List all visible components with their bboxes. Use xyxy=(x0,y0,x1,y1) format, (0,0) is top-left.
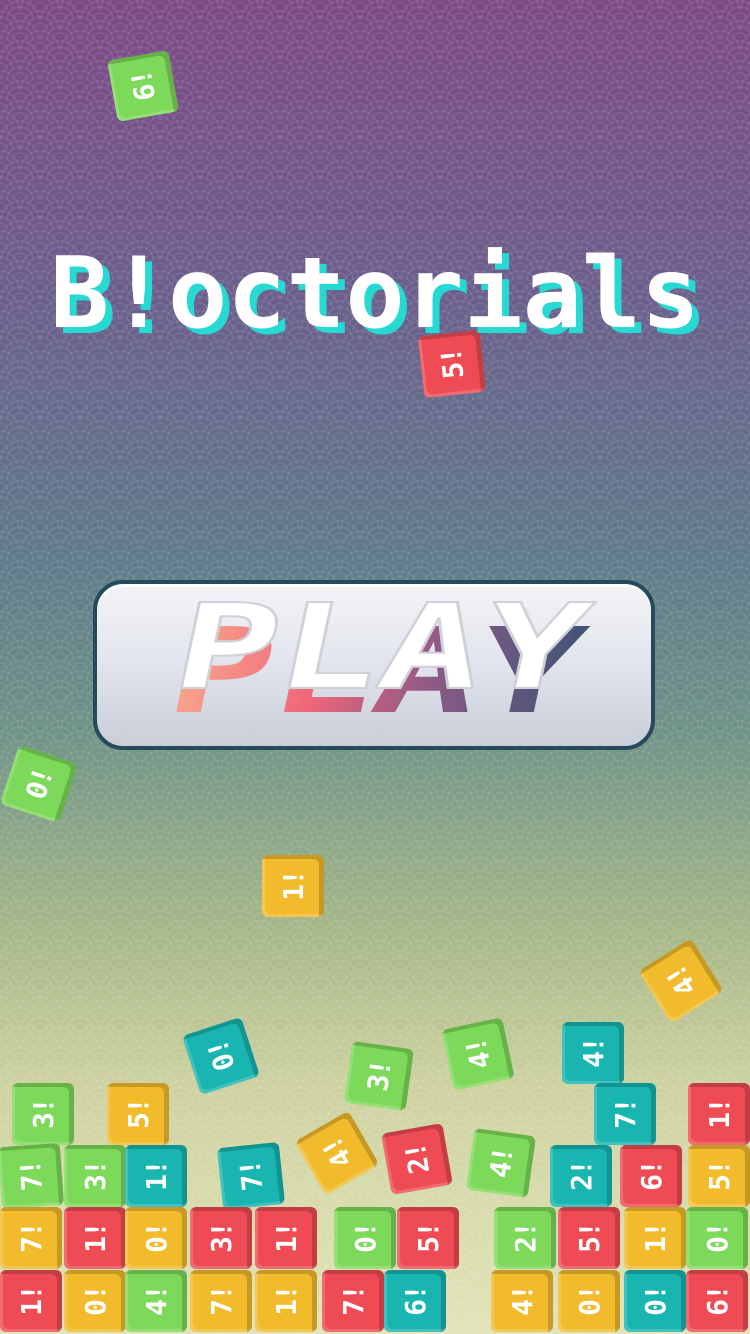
tile-label: 0! xyxy=(18,764,60,804)
tile-label: 6! xyxy=(124,68,162,104)
number-tile: 4! xyxy=(491,1270,553,1332)
number-tile: 0! xyxy=(624,1270,686,1332)
tile-label: 4! xyxy=(505,1286,539,1316)
number-tile: 1! xyxy=(64,1207,126,1269)
tile-label: 7! xyxy=(204,1286,238,1316)
tile-label: 0! xyxy=(700,1223,734,1253)
number-tile: 4! xyxy=(125,1270,187,1332)
tile-label: 6! xyxy=(398,1286,432,1316)
tile-label: 0! xyxy=(348,1223,382,1253)
tile-label: 1! xyxy=(78,1223,112,1253)
number-tile: 5! xyxy=(107,1083,169,1145)
number-tile: 2! xyxy=(494,1207,556,1269)
tile-label: 2! xyxy=(508,1223,542,1253)
tile-label: 4! xyxy=(576,1038,610,1068)
tile-label: 1! xyxy=(276,871,310,901)
tile-label: 0! xyxy=(638,1286,672,1316)
number-tile: 1! xyxy=(125,1145,187,1207)
tile-label: 5! xyxy=(411,1223,445,1253)
tile-label: 2! xyxy=(564,1161,598,1191)
number-tile: 6! xyxy=(686,1270,748,1332)
number-tile: 4! xyxy=(562,1022,624,1084)
number-tile: 1! xyxy=(255,1207,317,1269)
tile-label: 1! xyxy=(638,1223,672,1253)
tile-label: 0! xyxy=(139,1223,173,1253)
number-tile: 6! xyxy=(384,1270,446,1332)
number-tile: 5! xyxy=(688,1145,750,1207)
number-tile: 7! xyxy=(0,1207,62,1269)
number-tile: 1! xyxy=(688,1083,750,1145)
tile-label: 1! xyxy=(14,1286,48,1316)
game-title: B!octorials B!octorials xyxy=(50,245,707,357)
tile-label: 0! xyxy=(78,1286,112,1316)
number-tile: 5! xyxy=(397,1207,459,1269)
tile-label: 3! xyxy=(204,1223,238,1253)
tile-label: 4! xyxy=(458,1036,498,1072)
number-tile: 1! xyxy=(255,1270,317,1332)
play-label: PLAY xyxy=(162,584,601,717)
tile-label: 4! xyxy=(659,959,703,1003)
tile-label: 7! xyxy=(14,1223,48,1253)
number-tile: 0! xyxy=(334,1207,396,1269)
number-tile: 3! xyxy=(12,1083,74,1145)
tile-label: 1! xyxy=(269,1286,303,1316)
tile-label: 7! xyxy=(13,1160,49,1192)
number-tile: 5! xyxy=(558,1207,620,1269)
tile-label: 1! xyxy=(139,1161,173,1191)
tile-label: 4! xyxy=(482,1145,520,1181)
number-tile: 7! xyxy=(594,1083,656,1145)
number-tile: 0! xyxy=(64,1270,126,1332)
tile-label: 6! xyxy=(700,1286,734,1316)
number-tile: 1! xyxy=(0,1270,62,1332)
number-tile: 3! xyxy=(190,1207,252,1269)
number-tile: 3! xyxy=(64,1145,126,1207)
tile-label: 1! xyxy=(702,1099,736,1129)
number-tile: 7! xyxy=(322,1270,384,1332)
tile-label: 0! xyxy=(572,1286,606,1316)
number-tile: 2! xyxy=(381,1123,453,1195)
game-title-text: B!octorials xyxy=(50,245,700,351)
tile-label: 7! xyxy=(336,1286,370,1316)
tile-label: 0! xyxy=(200,1036,242,1076)
tile-label: 3! xyxy=(26,1099,60,1129)
number-tile: 6! xyxy=(107,50,179,122)
number-tile: 1! xyxy=(624,1207,686,1269)
tile-label: 7! xyxy=(608,1099,642,1129)
tile-label: 5! xyxy=(572,1223,606,1253)
number-tile: 3! xyxy=(343,1040,415,1112)
number-tile: 6! xyxy=(620,1145,682,1207)
tile-label: 3! xyxy=(360,1058,398,1094)
play-button[interactable]: PLAY PLAY xyxy=(93,580,655,750)
number-tile: 7! xyxy=(0,1142,65,1210)
number-tile: 0! xyxy=(558,1270,620,1332)
tile-label: 4! xyxy=(315,1131,359,1175)
tile-label: 2! xyxy=(398,1141,436,1177)
number-tile: 0! xyxy=(686,1207,748,1269)
tile-label: 5! xyxy=(702,1161,736,1191)
number-tile: 2! xyxy=(550,1145,612,1207)
number-tile: 7! xyxy=(190,1270,252,1332)
tile-label: 4! xyxy=(139,1286,173,1316)
number-tile: 0! xyxy=(125,1207,187,1269)
tile-label: 3! xyxy=(78,1161,112,1191)
tile-label: 7! xyxy=(233,1159,269,1193)
number-tile: 4! xyxy=(441,1017,515,1091)
number-tile: 4! xyxy=(465,1127,537,1199)
tile-label: 1! xyxy=(269,1223,303,1253)
number-tile: 7! xyxy=(216,1141,286,1211)
number-tile: 1! xyxy=(262,855,324,917)
tile-label: 5! xyxy=(121,1099,155,1129)
tile-label: 6! xyxy=(634,1161,668,1191)
